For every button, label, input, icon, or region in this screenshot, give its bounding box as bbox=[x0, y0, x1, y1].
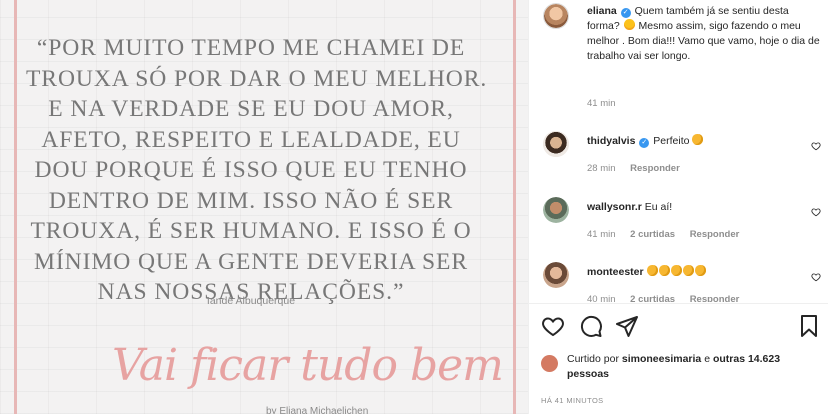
comments-area[interactable]: eliana ✓ Quem também já se sentiu desta … bbox=[529, 0, 828, 302]
action-bar bbox=[529, 314, 828, 342]
caption: eliana ✓ Quem também já se sentiu desta … bbox=[587, 4, 823, 64]
comment-username[interactable]: wallysonr.r bbox=[587, 201, 642, 213]
clap-emoji-icon bbox=[646, 265, 658, 276]
comment-body: Eu aí! bbox=[644, 201, 673, 213]
comment-meta: 41 min 2 curtidas Responder bbox=[587, 229, 751, 240]
post-timestamp[interactable]: HÁ 41 MINUTOS bbox=[541, 396, 604, 405]
bookmark-icon[interactable] bbox=[797, 314, 821, 338]
quote-line: E na verdade se eu dou amor, bbox=[48, 96, 454, 122]
byline: by Eliana Michaelichen bbox=[266, 406, 369, 414]
quote-line: dentro de mim. Isso não é ser bbox=[48, 187, 454, 214]
comment-like-heart-icon[interactable] bbox=[811, 141, 821, 151]
liker-username[interactable]: simoneesimaria bbox=[622, 353, 701, 365]
likes-joiner: e bbox=[704, 353, 711, 365]
comment-body: Perfeito bbox=[653, 135, 690, 147]
clap-emoji-icon bbox=[670, 265, 682, 276]
comment-time[interactable]: 28 min bbox=[587, 163, 616, 174]
verified-icon: ✓ bbox=[639, 138, 650, 148]
thinking-emoji-icon bbox=[623, 19, 635, 30]
post-sidebar: eliana ✓ Quem também já se sentiu desta … bbox=[528, 0, 828, 414]
heart-icon[interactable] bbox=[541, 314, 565, 338]
comment-likes-count[interactable]: 2 curtidas bbox=[630, 294, 675, 302]
comment-row: thidyalvis ✓ Perfeito bbox=[587, 134, 704, 149]
caption-username[interactable]: eliana bbox=[587, 5, 617, 17]
comment-avatar[interactable] bbox=[543, 262, 569, 288]
comment-likes-count[interactable]: 2 curtidas bbox=[630, 229, 675, 240]
comment-like-heart-icon[interactable] bbox=[811, 272, 821, 282]
comment-username[interactable]: monteester bbox=[587, 266, 644, 278]
comment-icon[interactable] bbox=[579, 314, 603, 338]
likes-summary: Curtido por simoneesimaria e outras 14.6… bbox=[541, 352, 821, 382]
post-image[interactable]: “Por muito tempo me chamei de trouxa só … bbox=[0, 0, 528, 414]
reply-button[interactable]: Responder bbox=[690, 294, 740, 302]
comment-username[interactable]: thidyalvis bbox=[587, 135, 635, 147]
script-title: Vai ficar tudo bem bbox=[112, 340, 504, 391]
quote-line: afeto, respeito e lealdade, eu bbox=[41, 126, 461, 153]
likes-prefix: Curtido por bbox=[567, 353, 619, 365]
clap-emoji-icon bbox=[682, 265, 694, 276]
comment-avatar[interactable] bbox=[543, 197, 569, 223]
quote-line: “Por muito tempo me chamei de bbox=[36, 35, 466, 61]
clap-emoji-icon bbox=[694, 265, 706, 276]
quote-text: “Por muito tempo me chamei de trouxa só … bbox=[26, 33, 488, 308]
author-avatar[interactable] bbox=[543, 3, 569, 29]
quote-line: dou porque é isso que eu tenho bbox=[34, 157, 468, 183]
quote-line: trouxa, é ser humano. E isso é o bbox=[30, 218, 472, 244]
comment-meta: 40 min 2 curtidas Responder bbox=[587, 294, 751, 302]
caption-time[interactable]: 41 min bbox=[587, 98, 616, 109]
clap-emoji-icon bbox=[692, 134, 704, 145]
comment-row: monteester bbox=[587, 265, 707, 280]
verified-icon: ✓ bbox=[620, 8, 631, 18]
quote-author: Iandê Albuquerque bbox=[206, 295, 296, 307]
comment-time[interactable]: 41 min bbox=[587, 229, 616, 240]
clap-emoji-icon bbox=[658, 265, 670, 276]
comment-time[interactable]: 40 min bbox=[587, 294, 616, 302]
quote-line: trouxa só por dar o meu melhor. bbox=[26, 65, 488, 92]
comment-row: wallysonr.r Eu aí! bbox=[587, 200, 672, 215]
comment-avatar[interactable] bbox=[543, 131, 569, 157]
reply-button[interactable]: Responder bbox=[630, 163, 680, 174]
quote-line: mínimo que a gente deveria ser bbox=[34, 248, 468, 275]
comment-like-heart-icon[interactable] bbox=[811, 207, 821, 217]
liker-avatar[interactable] bbox=[541, 355, 558, 372]
divider bbox=[529, 303, 828, 304]
reply-button[interactable]: Responder bbox=[690, 229, 740, 240]
comment-meta: 28 min Responder bbox=[587, 163, 692, 174]
share-icon[interactable] bbox=[615, 314, 639, 338]
caption-text-2: Mesmo assim, sigo fazendo o meu melhor .… bbox=[587, 20, 820, 62]
